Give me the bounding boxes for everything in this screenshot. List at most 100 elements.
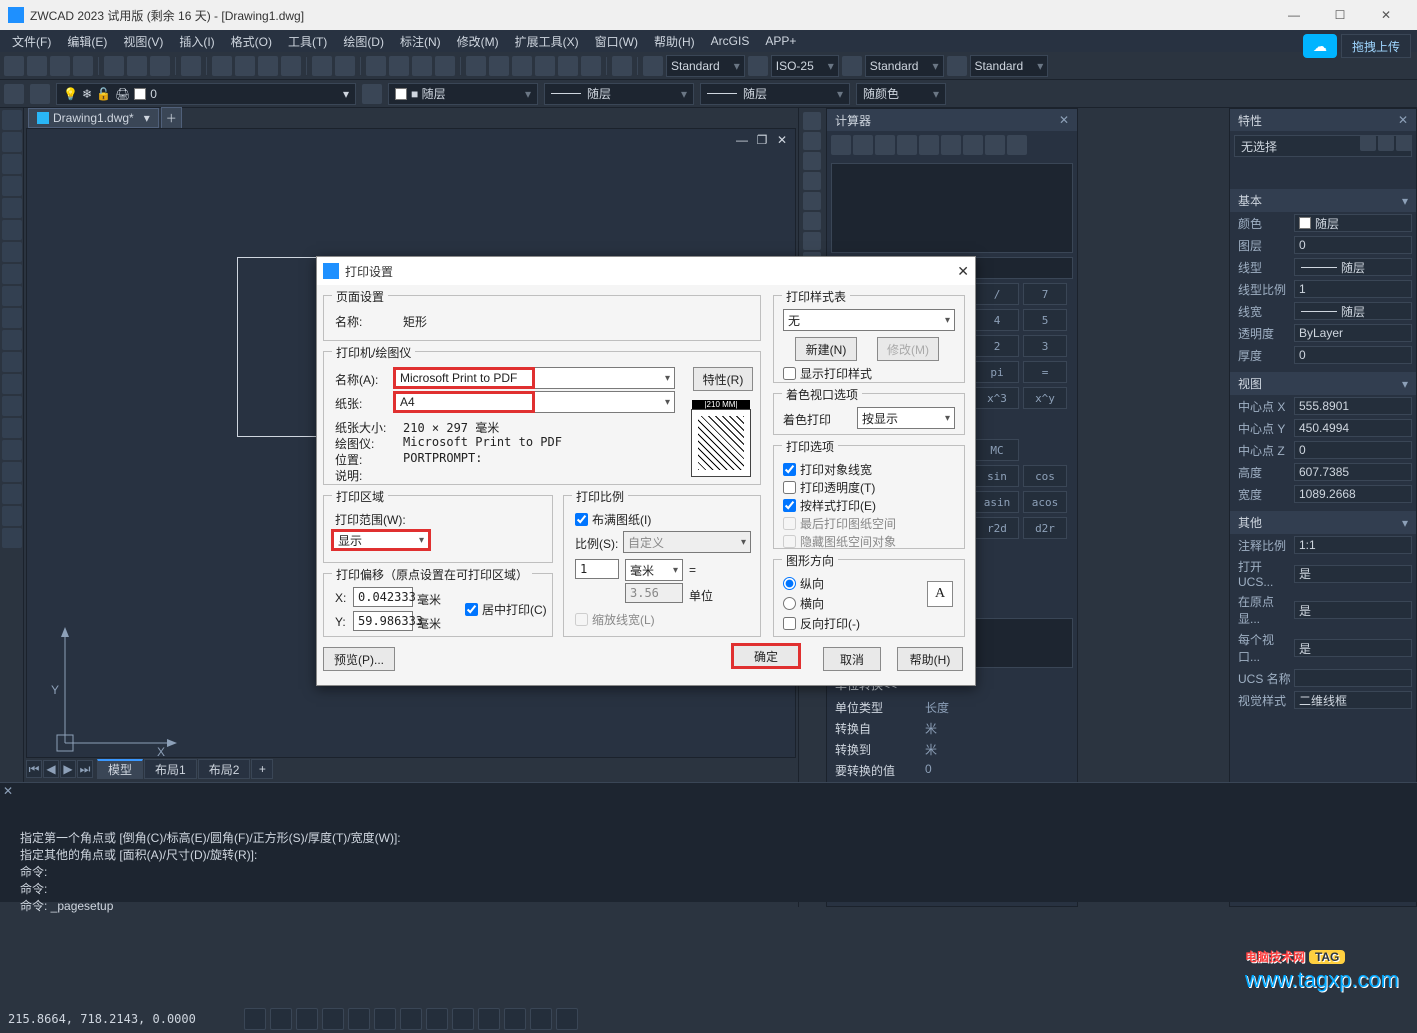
plotstyle-combo[interactable]: 随颜色▾ [856,83,946,105]
open-icon[interactable] [27,56,47,76]
arc-icon[interactable] [2,220,22,240]
block-icon[interactable] [2,374,22,394]
dimstyle-combo[interactable]: ISO-25▾ [771,55,839,77]
gradient-icon[interactable] [2,440,22,460]
calc-tool-icon[interactable] [985,135,1005,155]
reverse-check[interactable] [783,617,796,630]
cmd-close-icon[interactable]: ✕ [2,785,14,797]
tab-next-icon[interactable]: ▶ [60,760,76,778]
menu-window[interactable]: 窗口(W) [587,33,646,50]
props-icon[interactable] [512,56,532,76]
annovisible-icon[interactable] [530,1008,552,1030]
print-icon[interactable] [104,56,124,76]
rectangle-icon[interactable] [2,198,22,218]
snap-icon[interactable] [244,1008,266,1030]
calc-key[interactable]: 2 [975,335,1019,357]
menu-view[interactable]: 视图(V) [115,33,171,50]
unit-row[interactable]: 转换到米 [827,739,1077,760]
preview-icon[interactable] [127,56,147,76]
cloud-icon2[interactable] [581,56,601,76]
ortho-icon[interactable] [296,1008,318,1030]
select-icon[interactable] [1378,135,1394,151]
close-button[interactable]: ✕ [1363,0,1409,30]
prop-row[interactable]: 视觉样式二维线框 [1230,689,1416,711]
mirror-icon[interactable] [803,152,821,170]
menu-tools[interactable]: 工具(T) [280,33,335,50]
group-basic[interactable]: 基本 [1238,192,1262,209]
menu-insert[interactable]: 插入(I) [171,33,222,50]
menu-express[interactable]: 扩展工具(X) [507,33,587,50]
dc-icon[interactable] [535,56,555,76]
saveall-icon[interactable] [73,56,93,76]
prop-row[interactable]: 线型随层 [1230,256,1416,278]
point-icon[interactable] [2,396,22,416]
prop-row[interactable]: UCS 名称 [1230,667,1416,689]
plotstyle-combo[interactable]: 无▾ [783,309,955,331]
calc-key[interactable]: d2r [1023,517,1067,539]
prop-row[interactable]: 中心点 Z0 [1230,439,1416,461]
pline-icon[interactable] [2,154,22,174]
prop-row[interactable]: 注释比例1:1 [1230,534,1416,556]
layiso-icon[interactable] [489,56,509,76]
tablestyle-combo[interactable]: Standard▾ [970,55,1049,77]
move-icon[interactable] [803,212,821,230]
opt-trans-check[interactable] [783,481,796,494]
redo-icon[interactable] [335,56,355,76]
calc-key[interactable]: acos [1023,491,1067,513]
array-icon[interactable] [803,192,821,210]
osnap-icon[interactable] [348,1008,370,1030]
hatch-icon[interactable] [2,418,22,438]
pickadd-icon[interactable] [1360,135,1376,151]
command-line[interactable]: ✕ 指定第一个角点或 [倒角(C)/标高(E)/圆角(F)/正方形(S)/厚度(… [0,782,1417,902]
otrack-icon[interactable] [374,1008,396,1030]
cancel-button[interactable]: 取消 [823,647,881,671]
matchprop-icon[interactable] [281,56,301,76]
calc-key[interactable]: x^y [1023,387,1067,409]
dimstyle-icon[interactable] [748,56,768,76]
linetype-combo[interactable]: 随层▾ [544,83,694,105]
calc-key[interactable]: asin [975,491,1019,513]
paper-combo[interactable]: A4 [393,391,535,413]
annoauto-icon[interactable] [556,1008,578,1030]
layermatch-icon[interactable] [362,84,382,104]
help-icon[interactable] [612,56,632,76]
calc-key[interactable]: 4 [975,309,1019,331]
cut-icon[interactable] [212,56,232,76]
unit-row[interactable]: 转换自米 [827,718,1077,739]
printer-name-combo[interactable]: Microsoft Print to PDF [393,367,535,389]
xline-icon[interactable] [2,132,22,152]
group-view[interactable]: 视图 [1238,375,1262,392]
tab-last-icon[interactable]: ⏭ [77,760,93,778]
find-icon[interactable] [181,56,201,76]
tab-layout2[interactable]: 布局2 [198,759,251,779]
copy-icon[interactable] [235,56,255,76]
show-plotstyle-check[interactable] [783,367,796,380]
lwt-icon[interactable] [400,1008,422,1030]
prop-row[interactable]: 高度607.7385 [1230,461,1416,483]
paper-combo-right[interactable]: ▾ [535,391,675,413]
ellipse-icon[interactable] [2,308,22,328]
cycle-icon[interactable] [452,1008,474,1030]
tab-first-icon[interactable]: ⏮ [26,760,42,778]
layers-icon[interactable] [4,84,24,104]
calc-icon[interactable] [558,56,578,76]
menu-help[interactable]: 帮助(H) [646,33,703,50]
menu-app[interactable]: APP+ [757,34,804,48]
calc-key[interactable]: x^3 [975,387,1019,409]
tab-model[interactable]: 模型 [97,759,143,779]
calc-tool-icon[interactable] [831,135,851,155]
tab-add-layout[interactable]: + [251,759,273,779]
preview-button[interactable]: 预览(P)... [323,647,395,671]
calc-tool-icon[interactable] [897,135,917,155]
prop-row[interactable]: 颜色随层 [1230,212,1416,234]
insert-icon[interactable] [2,352,22,372]
calc-key[interactable]: pi [975,361,1019,383]
rotate-icon[interactable] [803,232,821,250]
mleaderstyle-icon[interactable] [842,56,862,76]
prop-row[interactable]: 图层0 [1230,234,1416,256]
grid-icon[interactable] [270,1008,292,1030]
group-other[interactable]: 其他 [1238,514,1262,531]
region-icon[interactable] [2,462,22,482]
tab-prev-icon[interactable]: ◀ [43,760,59,778]
prop-row[interactable]: 透明度ByLayer [1230,322,1416,344]
